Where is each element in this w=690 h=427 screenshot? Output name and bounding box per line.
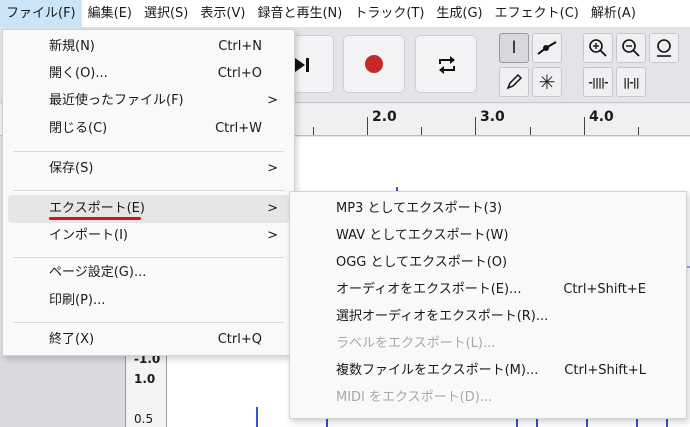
record-button[interactable] (343, 35, 405, 93)
menu-item-export-selected-audio[interactable]: 選択オーディオをエクスポート(R)... (290, 304, 686, 330)
menu-item-export-mp3[interactable]: MP3 としてエクスポート(3) (290, 196, 686, 222)
chevron-right-icon: > (267, 228, 278, 243)
silence-button[interactable]: ||-|| (616, 67, 646, 97)
zoom-fit-button[interactable] (649, 33, 679, 63)
menu-item-print[interactable]: 印刷(P)... (3, 288, 294, 314)
envelope-tool-button[interactable] (532, 33, 562, 63)
menu-analyze[interactable]: 解析(A) (585, 0, 642, 27)
menu-transport[interactable]: 録音と再生(N) (251, 0, 348, 27)
menu-generate[interactable]: 生成(G) (430, 0, 488, 27)
chevron-right-icon: > (267, 93, 278, 108)
menu-edit[interactable]: 編集(E) (82, 0, 138, 27)
menu-select[interactable]: 選択(S) (138, 0, 194, 27)
trim-button[interactable]: -||||- (583, 67, 613, 97)
menu-item-save[interactable]: 保存(S) > (3, 156, 294, 182)
zoom-out-button[interactable] (616, 33, 646, 63)
menu-separator (13, 257, 284, 258)
scale-label-05: 0.5 (134, 412, 154, 426)
menu-item-export-wav[interactable]: WAV としてエクスポート(W) (290, 223, 686, 249)
silence-icon: ||-|| (623, 75, 640, 89)
selection-tool-icon: I (511, 38, 517, 58)
menu-separator (13, 151, 284, 152)
menu-item-recent-files[interactable]: 最近使ったファイル(F) > (3, 88, 294, 114)
menu-item-export[interactable]: エクスポート(E) > (8, 195, 289, 223)
ruler-label-2: 2.0 (372, 109, 397, 125)
menu-view[interactable]: 表示(V) (194, 0, 251, 27)
menu-file[interactable]: ファイル(F) (0, 0, 82, 27)
ruler-label-4: 4.0 (589, 109, 614, 125)
skip-end-icon (295, 58, 309, 72)
zoom-in-button[interactable] (583, 33, 613, 63)
envelope-tool-icon (537, 41, 557, 55)
chevron-right-icon: > (267, 201, 278, 216)
track-control-panel[interactable] (0, 350, 125, 427)
menu-item-export-labels: ラベルをエクスポート(L)... (336, 336, 496, 351)
menu-item-close[interactable]: 閉じる(C) Ctrl+W (3, 116, 294, 142)
menu-item-export-ogg[interactable]: OGG としてエクスポート(O) (290, 250, 686, 276)
zoom-out-icon (622, 39, 640, 57)
vertical-scale[interactable]: -1.0 1.0 0.5 (125, 350, 167, 427)
draw-tool-button[interactable] (499, 67, 529, 97)
menu-item-page-setup[interactable]: ページ設定(G)... (3, 260, 294, 286)
file-menu: 新規(N) Ctrl+N 開く(O)... Ctrl+O 最近使ったファイル(F… (2, 29, 295, 356)
loop-icon (439, 56, 455, 74)
menu-separator (13, 322, 284, 323)
ruler-label-3: 3.0 (480, 109, 505, 125)
zoom-fit-icon (657, 39, 671, 57)
loop-button[interactable] (415, 35, 477, 93)
zoom-in-icon (589, 39, 607, 57)
menu-item-export-audio[interactable]: オーディオをエクスポート(E)... Ctrl+Shift+E (290, 277, 686, 303)
annotation-underline (49, 217, 141, 220)
scale-label-1: 1.0 (134, 372, 156, 386)
menu-bar: ファイル(F) 編集(E) 選択(S) 表示(V) 録音と再生(N) トラック(… (0, 0, 690, 27)
selection-tool-button[interactable]: I (499, 33, 529, 63)
record-icon (365, 55, 383, 73)
chevron-right-icon: > (267, 161, 278, 176)
menu-item-export-midi: MIDI をエクスポート(D)... (336, 390, 493, 405)
menu-item-export-multiple[interactable]: 複数ファイルをエクスポート(M)... Ctrl+Shift+L (290, 358, 686, 384)
menu-item-open[interactable]: 開く(O)... Ctrl+O (3, 61, 294, 87)
menu-separator (13, 190, 284, 191)
multi-tool-icon: ✳ (538, 70, 556, 94)
menu-item-new[interactable]: 新規(N) Ctrl+N (3, 34, 294, 60)
trim-icon: -||||- (588, 75, 608, 89)
menu-tracks[interactable]: トラック(T) (348, 0, 430, 27)
menu-item-exit[interactable]: 終了(X) Ctrl+Q (3, 327, 294, 353)
menu-item-import[interactable]: インポート(I) > (3, 223, 294, 249)
export-submenu: MP3 としてエクスポート(3) WAV としてエクスポート(W) OGG とし… (289, 191, 687, 419)
draw-tool-icon (506, 73, 523, 90)
multi-tool-button[interactable]: ✳ (532, 67, 562, 97)
menu-effect[interactable]: エフェクト(C) (489, 0, 585, 27)
